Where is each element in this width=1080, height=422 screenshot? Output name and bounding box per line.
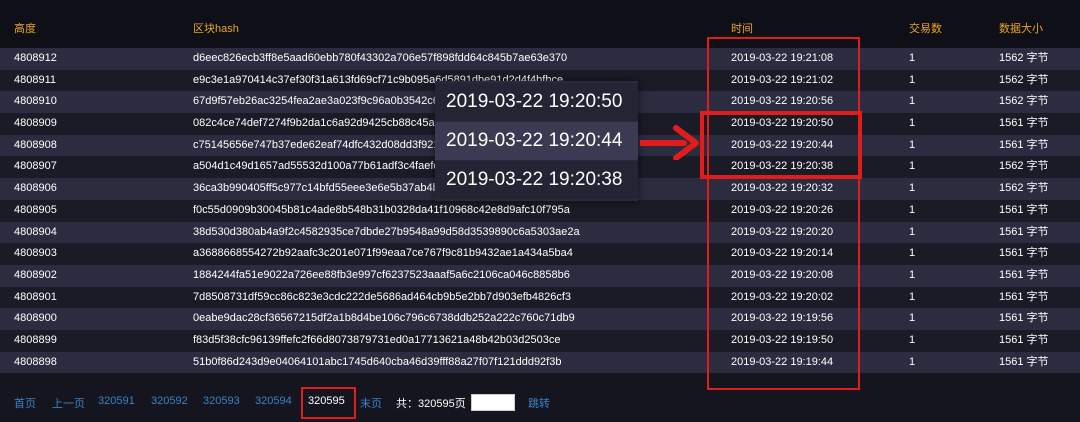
hash-cell[interactable]: 38d530d380ab4a9f2c4582935ce7dbde27b9548a…: [193, 222, 580, 244]
red-arrow-icon: [640, 125, 699, 160]
size-cell: 1561 字节: [999, 268, 1049, 281]
tx-count-cell: 1: [909, 312, 916, 325]
hash-cell[interactable]: f0c55d0909b30045b81c4ade8b548b31b0328da4…: [193, 200, 570, 222]
tx-count-cell: 1: [909, 355, 916, 368]
last-page-link[interactable]: 末页: [360, 395, 382, 411]
height-cell[interactable]: 4808910: [14, 91, 57, 113]
hash-cell[interactable]: 7d8508731df59cc86c823e3cdc222de5686ad464…: [193, 287, 571, 309]
table-row[interactable]: 4808902 1884244fa51e9022a726ee88fb3e997cf…: [0, 264, 1080, 287]
hash-cell[interactable]: d6eec826ecb3ff8e5aad60ebb780f43302a706e5…: [193, 48, 567, 70]
height-cell[interactable]: 4808901: [14, 287, 57, 309]
table-row[interactable]: 4808901 7d8508731df59cc86c823e3cdc222de56…: [0, 286, 1080, 309]
hash-cell[interactable]: f83d5f38cfc96139ffefc2f66d8073879731ed0a…: [193, 330, 560, 352]
table-row[interactable]: 4808912 d6eec826ecb3ff8e5aad60ebb780f4330…: [0, 48, 1080, 70]
size-cell: 1562 字节: [999, 160, 1049, 173]
table-row[interactable]: 4808903 a3688668554272b92aafc3c201e071f99…: [0, 243, 1080, 265]
hash-cell[interactable]: 36ca3b990405ff5c977c14bfd55eee3e6e5b37ab…: [193, 178, 439, 200]
height-cell[interactable]: 4808912: [14, 48, 57, 70]
hash-cell[interactable]: a3688668554272b92aafc3c201e071f99eaa7ce7…: [193, 243, 573, 265]
page-link[interactable]: 320592: [151, 395, 188, 407]
height-cell[interactable]: 4808900: [14, 308, 57, 330]
size-cell: 1561 字节: [999, 138, 1049, 151]
rows-highlight-box: [700, 111, 862, 179]
height-cell[interactable]: 4808902: [14, 265, 57, 287]
height-cell[interactable]: 4808898: [14, 352, 57, 374]
tx-count-cell: 1: [909, 138, 916, 151]
size-cell: 1562 字节: [999, 73, 1049, 86]
size-cell: 1561 字节: [999, 355, 1049, 368]
page-link[interactable]: 320593: [203, 395, 240, 407]
hash-cell[interactable]: 1884244fa51e9022a726ee88fb3e997cf6237523…: [193, 265, 570, 287]
tx-count-cell: 1: [909, 182, 916, 195]
size-cell: 1562 字节: [999, 182, 1049, 195]
height-cell[interactable]: 4808907: [14, 156, 57, 178]
size-cell: 1561 字节: [999, 312, 1049, 325]
zoom-time-line: 2019-03-22 19:20:50: [435, 83, 638, 121]
height-cell[interactable]: 4808905: [14, 200, 57, 222]
jump-button[interactable]: 跳转: [528, 395, 550, 411]
tx-count-cell: 1: [909, 117, 916, 130]
page-link[interactable]: 320591: [98, 395, 135, 407]
zoom-time-line: 2019-03-22 19:20:38: [435, 161, 638, 199]
current-page-highlight-box: [301, 387, 356, 419]
hash-cell[interactable]: 51b0f86d243d9e04064101abc1745d640cba46d3…: [193, 352, 561, 374]
tx-count-cell: 1: [909, 203, 916, 216]
page-link[interactable]: 320594: [255, 395, 292, 407]
table-header: 高度 区块hash 时间 交易数 数据大小: [0, 0, 1080, 48]
hash-cell[interactable]: 0eabe9dac28cf36567215df2a1b8d4be106c796c…: [193, 308, 575, 330]
size-cell: 1562 字节: [999, 52, 1049, 64]
size-cell: 1561 字节: [999, 203, 1049, 216]
jump-page-input[interactable]: [471, 394, 515, 411]
size-cell: 1561 字节: [999, 247, 1049, 260]
size-cell: 1561 字节: [999, 333, 1049, 346]
table-row[interactable]: 4808899 f83d5f38cfc96139ffefc2f66d8073879…: [0, 329, 1080, 352]
height-cell[interactable]: 4808904: [14, 222, 57, 244]
prev-page-link[interactable]: 上一页: [52, 395, 85, 411]
tx-count-cell: 1: [909, 95, 916, 108]
hash-cell[interactable]: c75145656e747b37ede62eaf74dfc432d08dd3f9…: [193, 135, 440, 157]
zoom-time-line-highlighted: 2019-03-22 19:20:44: [435, 122, 638, 160]
hash-cell[interactable]: a504d1c49d1657ad55532d100a77b61adf3c4fae…: [193, 156, 439, 178]
hash-cell[interactable]: 082c4ce74def7274f9b2da1c6a92d9425cb88c45…: [193, 113, 441, 135]
pagination: 首页 上一页 320591 320592 320593 320594 32059…: [0, 388, 1080, 416]
tx-count-cell: 1: [909, 268, 916, 281]
tx-count-cell: 1: [909, 290, 916, 303]
height-cell[interactable]: 4808903: [14, 243, 57, 265]
size-cell: 1561 字节: [999, 117, 1049, 130]
height-cell[interactable]: 4808899: [14, 330, 57, 352]
height-cell[interactable]: 4808908: [14, 135, 57, 157]
table-row[interactable]: 4808904 38d530d380ab4a9f2c4582935ce7dbde2…: [0, 221, 1080, 244]
size-cell: 1561 字节: [999, 290, 1049, 303]
table-row[interactable]: 4808905 f0c55d0909b30045b81c4ade8b548b31b…: [0, 199, 1080, 222]
tx-count-cell: 1: [909, 160, 916, 173]
zoom-callout: 2019-03-22 19:20:50 2019-03-22 19:20:44 …: [435, 81, 638, 201]
height-cell[interactable]: 4808906: [14, 178, 57, 200]
tx-count-cell: 1: [909, 73, 916, 86]
table-row[interactable]: 4808900 0eabe9dac28cf36567215df2a1b8d4be1…: [0, 308, 1080, 330]
hash-cell[interactable]: 67d9f57eb26ac3254fea2ae3a023f9c96a0b3542…: [193, 91, 439, 113]
tx-count-cell: 1: [909, 52, 916, 64]
time-column-highlight-box: [707, 37, 860, 390]
tx-count-cell: 1: [909, 225, 916, 238]
size-cell: 1561 字节: [999, 225, 1049, 238]
tx-count-cell: 1: [909, 247, 916, 260]
total-pages-label: 共：320595页: [396, 398, 466, 410]
size-cell: 1562 字节: [999, 95, 1049, 108]
tx-count-cell: 1: [909, 333, 916, 346]
height-cell[interactable]: 4808909: [14, 113, 57, 135]
first-page-link[interactable]: 首页: [14, 395, 36, 411]
height-cell[interactable]: 4808911: [14, 70, 56, 92]
table-row[interactable]: 4808898 51b0f86d243d9e04064101abc1745d640…: [0, 351, 1080, 374]
